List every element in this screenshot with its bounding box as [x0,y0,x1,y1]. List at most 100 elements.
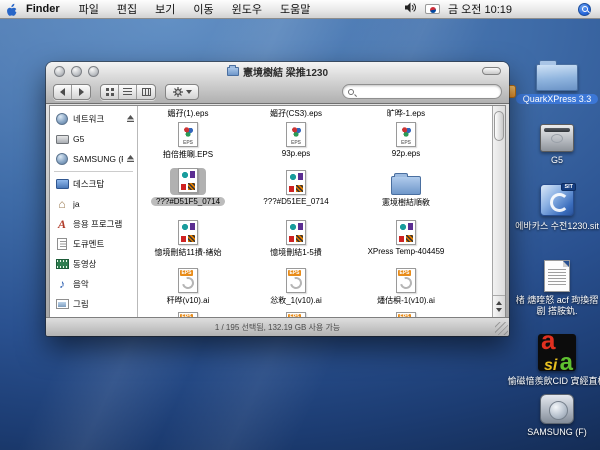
sidebar-item-samsung[interactable]: SAMSUNG (F) [50,149,137,169]
file-item[interactable] [138,310,238,317]
window-title: 憲境樹結 梁推1230 [46,64,509,79]
desktop-icon-quarkxpress[interactable]: QuarkXPress 3.3 [502,58,600,104]
text-document-icon [544,260,570,292]
finder-sidebar: 네트워크 G5 SAMSUNG (F) 데스크탑 [50,106,138,317]
search-icon [348,89,354,95]
status-text: 1 / 195 선택됨, 132.19 GB 사용 가능 [215,322,340,333]
menu-go[interactable]: 이동 [184,1,222,17]
desktop-icon-document[interactable]: 楮 煻喹怒 acf 玽換摺 剧 搭胺釚. [502,260,600,318]
scroll-up-arrow-icon[interactable] [496,298,502,305]
menu-window[interactable]: 윈도우 [223,1,271,17]
scroll-down-arrow-icon[interactable] [496,308,502,315]
icon-view-icon [106,88,114,96]
desktop: Finder 파일 편집 보기 이동 윈도우 도움말 금 오전 10:19 Qu… [0,0,600,450]
menu-view[interactable]: 보기 [146,1,184,17]
menu-finder[interactable]: Finder [22,3,70,15]
file-item[interactable]: 旷晔-1.eps [356,106,456,119]
action-menu-button[interactable] [165,84,199,100]
file-list-area[interactable]: 媚孖(1).eps 媚孖(CS3).eps 旷晔-1.eps 拍倍推唰.EPS … [138,106,492,317]
forward-arrow-icon [79,88,84,96]
sidebar-item-movies[interactable]: 동영상 [50,254,137,274]
desktop-icon [56,179,69,189]
sidebar-item-applications[interactable]: 응용 프로그램 [50,214,137,234]
vertical-scrollbar[interactable] [492,106,505,317]
quark-document-icon [178,220,198,245]
file-item[interactable]: 93p.eps [246,120,346,158]
desktop-icon-label: SAMSUNG (F) [527,427,587,437]
korean-flag-input-icon[interactable] [425,4,440,14]
menu-edit[interactable]: 편집 [108,1,146,17]
apple-menu-icon[interactable] [0,3,22,16]
sidebar-item-music[interactable]: 음악 [50,274,137,294]
hard-drive-icon [56,135,69,144]
zoom-button[interactable] [88,66,99,77]
eject-icon[interactable] [127,114,134,124]
file-item[interactable]: 媚孖(CS3).eps [246,106,346,119]
menu-bar: Finder 파일 편집 보기 이동 윈도우 도움말 금 오전 10:19 [0,0,600,19]
desktop-icon-asia-cid[interactable]: si 愉磁愔羨飲CID 寊經直棆 [502,334,600,387]
sidebar-divider [54,171,133,172]
scrollbar-thumb[interactable] [494,111,504,141]
movies-icon [56,259,69,269]
file-item[interactable]: 憶境刪結11㩌-緖始 [138,218,238,258]
applications-icon [58,218,66,230]
sidebar-item-home[interactable]: ja [50,194,137,214]
file-item[interactable]: 92p.eps [356,120,456,158]
illustrator-eps-file-icon [396,268,416,293]
file-item-selected[interactable]: ???#D51F5_0714 [138,168,238,206]
search-field[interactable] [342,84,502,99]
network-globe-icon [56,113,68,125]
search-input[interactable] [354,87,496,97]
file-item[interactable]: 秆晔(v10).ai [138,266,238,306]
file-item[interactable] [356,310,456,317]
minimize-button[interactable] [71,66,82,77]
file-item[interactable]: 憲境樹結順敎 [356,168,456,208]
file-item[interactable]: 憶境刪結1-5㩌 [246,218,346,258]
navigation-buttons [53,84,91,100]
icon-view-button[interactable] [101,85,119,99]
sidebar-item-g5[interactable]: G5 [50,129,137,149]
toolbar-toggle-button[interactable] [482,67,501,75]
list-view-icon [123,88,132,95]
desktop-icon-sit-archive[interactable]: 에바카스 수전1230.sit [502,184,600,232]
sidebar-item-network[interactable]: 네트워크 [50,109,137,129]
window-toolbar [46,80,509,103]
sidebar-item-documents[interactable]: 도큐멘트 [50,234,137,254]
column-view-icon [142,88,151,96]
desktop-icon-label: 楮 煻喹怒 acf 玽換摺 剧 搭胺釚. [511,295,600,318]
menu-clock[interactable]: 금 오전 10:19 [448,1,512,17]
quark-document-icon [286,220,306,245]
file-item[interactable]: 媚孖(1).eps [138,106,238,119]
file-item[interactable] [246,310,346,317]
close-button[interactable] [54,66,65,77]
file-item[interactable]: XPress Temp-404459 [356,218,456,256]
folder-icon [227,67,239,76]
desktop-icon-g5[interactable]: G5 [502,124,600,165]
quark-document-icon [178,168,198,193]
music-icon [59,278,65,290]
finder-window: 憲境樹結 梁推1230 [46,62,509,336]
menu-help[interactable]: 도움말 [271,1,319,17]
window-title-bar[interactable]: 憲境樹結 梁推1230 [46,62,509,80]
file-item[interactable]: 拍倍推唰.EPS [138,120,238,160]
hard-drive-icon [540,124,574,152]
desktop-icon-samsung-drive[interactable]: SAMSUNG (F) [502,394,600,437]
desktop-icon-label: QuarkXPress 3.3 [516,94,599,104]
menu-file[interactable]: 파일 [70,1,108,17]
file-item[interactable]: 燔估梖-1(v10).ai [356,266,456,306]
file-item[interactable]: ???#D51EE_0714 [246,168,346,206]
column-view-button[interactable] [137,85,155,99]
sidebar-item-pictures[interactable]: 그림 [50,294,137,314]
eject-icon[interactable] [127,154,134,164]
folder-icon [536,64,578,91]
sidebar-item-desktop[interactable]: 데스크탑 [50,174,137,194]
list-view-button[interactable] [119,85,137,99]
external-drive-icon [540,394,574,424]
resize-grip[interactable] [495,322,508,335]
eps-file-icon [396,122,416,147]
spotlight-search-icon[interactable] [578,3,591,16]
forward-button[interactable] [72,85,90,99]
file-item[interactable]: 忩敉_1(v10).ai [246,266,346,306]
back-button[interactable] [54,85,72,99]
speaker-icon[interactable] [405,2,417,16]
